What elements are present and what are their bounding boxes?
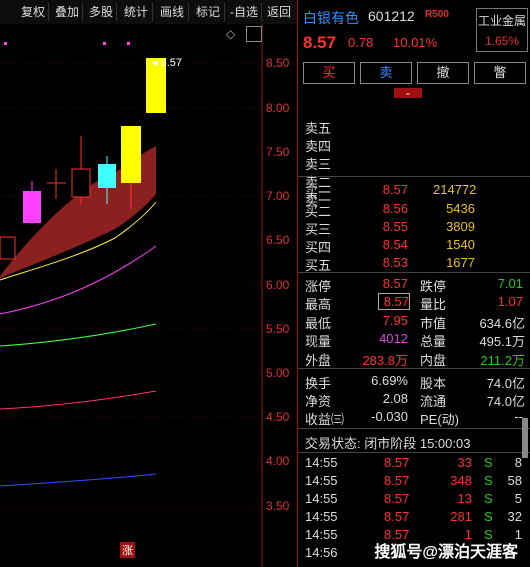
liangbi-label: 量比 [420,297,447,312]
toolbar-zixuan[interactable]: -自选 [227,3,262,21]
y-tick: 7.50 [266,145,290,159]
y-tick: 6.00 [266,278,290,292]
shizhi-value: 634.6亿 [479,316,525,331]
zhangting-label: 涨停 [305,279,332,294]
industry-box[interactable]: 工业金属 1.65% [476,8,528,52]
y-tick: 7.00 [266,189,290,203]
y-tick: 8.00 [266,101,290,115]
y-tick: 4.50 [266,410,290,424]
watermark: 搜狐号@漂泊天涯客 [374,544,518,561]
toolbar-biaoji[interactable]: 标记 [192,3,225,21]
industry-name: 工业金属 [477,14,526,28]
buy-level-price: 8.56 [382,201,408,216]
y-tick: 5.00 [266,366,290,380]
toolbar-fuquan[interactable]: 复权 [18,3,49,21]
low-label: 最低 [305,316,332,331]
candle [23,191,41,223]
sell-button[interactable]: 卖 [360,62,412,84]
buy-level-vol: 1540 [446,237,475,252]
industry-pct: 1.65% [484,34,520,48]
alert-button[interactable]: 瞥 [474,62,526,84]
diamond-icon[interactable]: ◇ [226,27,235,41]
candle [121,126,141,183]
buy-level-label: 买一 [305,185,332,200]
cancel-button[interactable]: 撤 [417,62,469,84]
price-change-pct: 10.01% [393,35,438,50]
sell-level-label: 卖五 [305,121,332,136]
sell-level-label: 卖四 [305,139,332,154]
buy-button[interactable]: 买 [303,62,355,84]
xianliang-label: 现量 [305,334,332,349]
stock-name[interactable]: 白银有色 [303,8,359,28]
dieting-value: 7.01 [497,276,523,291]
jingzi-value: 2.08 [382,391,408,406]
buy-level-price: 8.57 [382,182,408,197]
neipan-label: 内盘 [420,353,447,368]
buy-level-vol: 5436 [446,201,475,216]
guben-value: 74.0亿 [486,376,525,391]
toolbar-diejia[interactable]: 叠加 [52,3,83,21]
liangbi-value: 1.07 [497,294,523,309]
panel-toggle-icon[interactable] [246,26,262,42]
toolbar-tongji[interactable]: 统计 [120,3,153,21]
zongliang-label: 总量 [420,334,447,349]
y-tick: 5.50 [266,322,290,336]
buy-level-vol: 214772 [433,182,477,197]
y-tick: 6.50 [266,233,290,247]
buy-level-vol: 3809 [446,219,475,234]
trade-status: 交易状态: 闭市阶段 15:00:03 [305,436,471,451]
buy-level-label: 买四 [305,240,332,255]
y-tick: 8.50 [266,56,290,70]
ma-green-line [0,323,157,347]
shouyi-value: -0.030 [371,409,408,424]
jingzi-label: 净资 [305,394,332,409]
high-label: 最高 [305,297,332,312]
shizhi-label: 市值 [420,316,447,331]
shouyi-label: 收益㈢ [305,412,345,427]
y-tick: 3.50 [266,499,290,513]
toolbar-huaxian[interactable]: 画线 [156,3,189,21]
current-price: 8.57 [303,33,337,52]
scrollbar[interactable] [522,418,528,458]
candle [98,164,116,188]
high-value: 8.57 [378,293,410,310]
kline-chart[interactable]: ◂ 8.57 ◇ 涨 8.50 8.00 7.50 7.00 6.50 6.00… [0,24,297,567]
chevron-down-icon[interactable]: ⌄ [394,88,422,98]
low-value: 7.95 [382,313,408,328]
buy-level-label: 买三 [305,222,332,237]
r-badge: R500 [425,9,449,20]
y-tick: 4.00 [266,454,290,468]
guben-label: 股本 [420,376,447,391]
huanshou-label: 换手 [305,376,332,391]
last-price-marker: ◂ 8.57 [152,57,182,69]
candle [71,168,91,198]
zhang-badge: 涨 [120,542,135,558]
sell-level-label: 卖三 [305,157,332,172]
buy-level-vol: 1677 [446,255,475,270]
zongliang-value: 495.1万 [479,334,525,349]
pe-label: PE(动) [420,412,460,427]
ma-pink-line [0,390,157,410]
huanshou-value: 6.69% [371,373,408,388]
ma-blue-line [0,473,157,487]
buy-level-price: 8.54 [382,237,408,252]
chart-toolbar: 复权 叠加 多股 统计 画线 标记 -自选 返回 [0,0,297,24]
zhangting-value: 8.57 [382,276,408,291]
quote-panel: 白银有色 601212 R500 工业金属 1.65% 8.57 0.78 10… [297,0,530,567]
buy-level-price: 8.53 [382,255,408,270]
pe-value: -- [514,409,523,424]
liutong-value: 74.0亿 [486,394,525,409]
toolbar-duogu[interactable]: 多股 [86,3,117,21]
neipan-value: 211.2万 [480,353,525,368]
buy-level-label: 买二 [305,204,332,219]
toolbar-fanhui[interactable]: 返回 [264,3,294,21]
stock-code: 601212 [368,8,415,24]
waipan-value: 283.8万 [362,353,408,368]
price-change: 0.78 [348,35,374,50]
dieting-label: 跌停 [420,279,447,294]
waipan-label: 外盘 [305,353,332,368]
liutong-label: 流通 [420,394,447,409]
buy-level-price: 8.55 [382,219,408,234]
xianliang-value: 4012 [379,331,408,346]
